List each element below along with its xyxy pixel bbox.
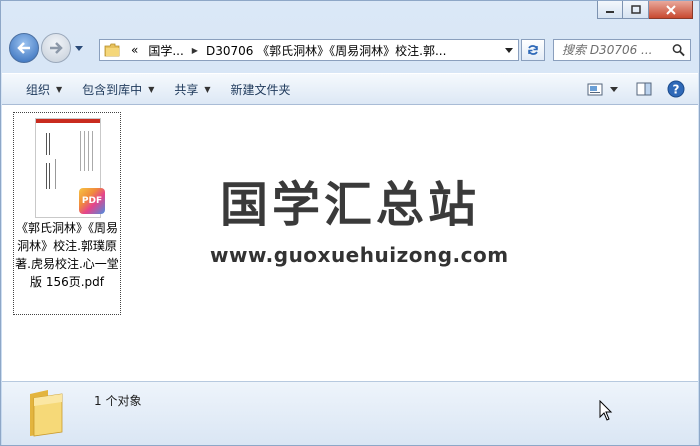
help-button[interactable]: ? <box>662 77 690 101</box>
preview-pane-icon <box>636 82 652 96</box>
preview-pane-button[interactable] <box>630 77 658 101</box>
explorer-window: « 国学... ▶ D30706 《郭氏洞林》《周易洞林》校注.郭... 组织 … <box>0 0 700 446</box>
thumbnail-header-bar <box>36 119 100 123</box>
refresh-icon <box>528 45 538 55</box>
minimize-button[interactable] <box>597 1 623 19</box>
search-box[interactable] <box>553 39 691 61</box>
help-icon: ? <box>667 80 685 98</box>
file-name[interactable]: 《郭氏洞林》《周易洞林》校注.郭璞原著.虎易校注.心一堂版 156页.pdf <box>14 219 120 291</box>
back-button[interactable] <box>9 33 39 63</box>
breadcrumb-item[interactable]: D30706 《郭氏洞林》《周易洞林》校注.郭... <box>201 42 452 59</box>
folder-icon <box>30 390 63 437</box>
forward-arrow-icon <box>50 42 63 54</box>
breadcrumb-overflow[interactable]: « <box>126 43 143 57</box>
view-icon <box>587 83 603 95</box>
breadcrumb-item[interactable]: 国学... <box>143 42 188 59</box>
navigation-buttons <box>9 33 85 63</box>
new-folder-button[interactable]: 新建文件夹 <box>221 74 301 104</box>
include-in-library-menu[interactable]: 包含到库中 ▼ <box>72 74 164 104</box>
address-history-dropdown[interactable] <box>499 40 518 60</box>
view-options-dropdown[interactable] <box>606 77 622 101</box>
pdf-file-icon: PDF <box>79 188 105 214</box>
chevron-down-icon: ▼ <box>204 84 211 94</box>
change-view-button[interactable] <box>584 77 606 101</box>
chevron-down-icon <box>505 47 513 53</box>
mouse-cursor-icon <box>599 400 613 421</box>
include-in-library-label: 包含到库中 <box>82 82 143 97</box>
search-icon[interactable] <box>672 43 685 57</box>
back-arrow-icon <box>17 42 30 54</box>
chevron-down-icon: ▼ <box>148 84 155 94</box>
file-item[interactable]: PDF 《郭氏洞林》《周易洞林》校注.郭璞原著.虎易校注.心一堂版 156页.p… <box>13 112 121 315</box>
address-bar[interactable]: « 国学... ▶ D30706 《郭氏洞林》《周易洞林》校注.郭... <box>99 39 519 61</box>
watermark-url: www.guoxuehuizong.com <box>210 243 509 267</box>
new-folder-label: 新建文件夹 <box>230 82 291 97</box>
window-controls <box>597 1 693 19</box>
breadcrumb-separator-icon[interactable]: ▶ <box>189 46 201 55</box>
forward-button[interactable] <box>41 33 71 63</box>
svg-text:?: ? <box>673 83 680 97</box>
organize-label: 组织 <box>26 82 51 97</box>
refresh-button[interactable] <box>521 39 545 61</box>
command-bar: 组织 ▼ 包含到库中 ▼ 共享 ▼ 新建文件夹 ? <box>2 73 698 105</box>
toolbar-right-icons: ? <box>584 77 698 101</box>
share-label: 共享 <box>174 82 199 97</box>
watermark-title: 国学汇总站 <box>220 177 481 233</box>
minimize-icon <box>606 10 614 13</box>
search-input[interactable] <box>554 43 672 57</box>
chevron-down-icon <box>75 45 83 51</box>
item-count: 1 个对象 <box>94 394 142 408</box>
chevron-down-icon <box>610 86 618 92</box>
organize-menu[interactable]: 组织 ▼ <box>2 74 72 104</box>
details-pane: 1 个对象 <box>2 381 698 445</box>
file-list-pane[interactable]: PDF 《郭氏洞林》《周易洞林》校注.郭璞原著.虎易校注.心一堂版 156页.p… <box>2 105 698 381</box>
folder-icon <box>104 43 120 57</box>
close-button[interactable] <box>649 1 693 19</box>
recent-pages-dropdown[interactable] <box>73 41 85 55</box>
maximize-button[interactable] <box>623 1 649 19</box>
close-icon <box>665 4 676 15</box>
share-menu[interactable]: 共享 ▼ <box>164 74 220 104</box>
watermark: 国学汇总站 www.guoxuehuizong.com <box>210 179 510 267</box>
maximize-icon <box>630 5 641 14</box>
chevron-down-icon: ▼ <box>56 84 63 94</box>
